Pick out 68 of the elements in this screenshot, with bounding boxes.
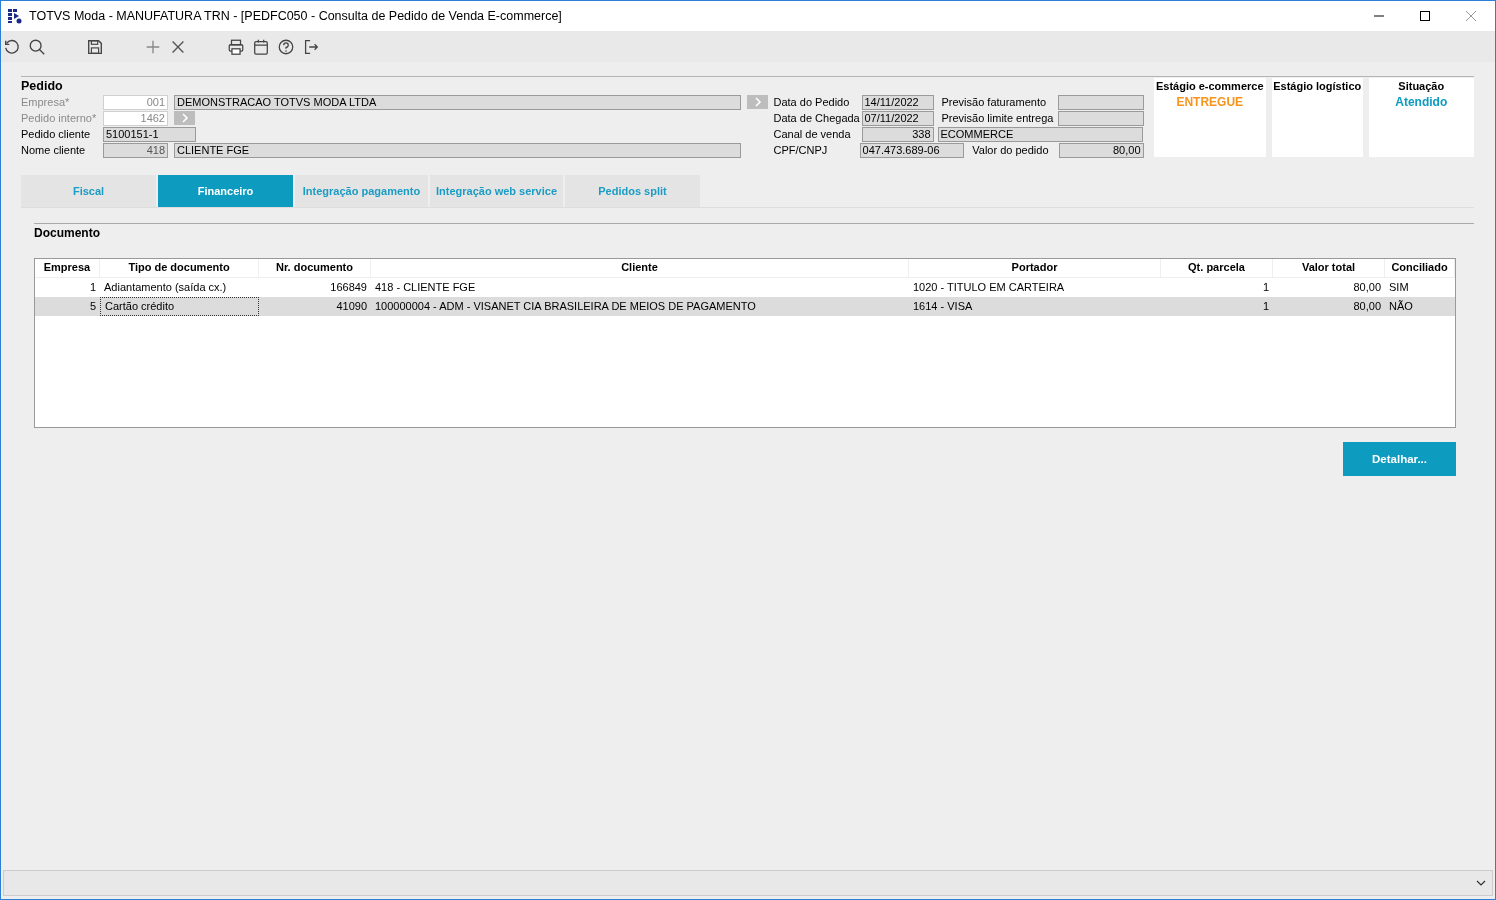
- field-label: Canal de venda: [773, 128, 852, 140]
- code-field[interactable]: 001: [103, 94, 168, 110]
- field-label: Previsão faturamento: [940, 96, 1048, 108]
- column-header[interactable]: Nr. documento: [259, 259, 371, 277]
- column-header[interactable]: Portador: [909, 259, 1161, 277]
- table-cell-text: 418 - CLIENTE FGE: [374, 280, 477, 295]
- field-label: Data de Chegada: [773, 112, 861, 124]
- print-icon[interactable]: [227, 37, 245, 56]
- field-label: Previsão limite entrega: [940, 112, 1055, 124]
- help-icon[interactable]: [277, 37, 295, 56]
- column-header[interactable]: Empresa: [35, 259, 100, 277]
- column-header[interactable]: Valor total: [1273, 259, 1385, 277]
- total-field: 80,00: [1059, 142, 1144, 158]
- field-label: Nome cliente: [21, 144, 87, 156]
- code-field[interactable]: 1462: [103, 110, 168, 126]
- table-cell-text: 1: [1261, 299, 1270, 314]
- exit-icon[interactable]: [302, 37, 320, 56]
- name-field: CLIENTE FGE: [174, 142, 741, 158]
- field-label: Pedido interno*: [21, 112, 98, 124]
- name-field: DEMONSTRACAO TOTVS MODA LTDA: [174, 94, 741, 110]
- table-cell-text: 100000004 - ADM - VISANET CIA BRASILEIRA DE MEIOS DE PAGAMENTO: [374, 299, 757, 314]
- table-cell-text: 1: [1261, 280, 1270, 295]
- app-logo-icon: [7, 8, 23, 24]
- table-cell-text: 41090: [335, 299, 368, 314]
- status-title: Situação: [1398, 80, 1445, 92]
- column-header[interactable]: Qt. parcela: [1161, 259, 1273, 277]
- field-label: Data do Pedido: [773, 96, 851, 108]
- section-title: Pedido: [21, 79, 64, 94]
- column-header[interactable]: Conciliado: [1385, 259, 1455, 277]
- table-row[interactable]: 5 Cartão crédito 41090 100000004 - ADM - VISANET CIA BRASILEIRA DE MEIOS DE PAGAMENTO 1614 - VISA 1 80,00 NÃO: [35, 297, 1455, 316]
- status-value: ENTREGUE: [1176, 95, 1244, 109]
- table-cell-text: 5: [88, 299, 97, 314]
- cpf-field: 047.473.689-06: [859, 142, 965, 158]
- table-cell-text: Adiantamento (saída cx.): [103, 280, 228, 295]
- chevron-right-icon: [752, 97, 763, 107]
- table-cell-text: 1: [88, 280, 97, 295]
- close-icon[interactable]: [1465, 10, 1477, 22]
- status-value: Atendido: [1395, 95, 1448, 109]
- maximize-icon[interactable]: [1419, 10, 1431, 22]
- chevron-right-icon: [179, 113, 190, 123]
- table-cell-text: NÃO: [1388, 299, 1414, 314]
- status-title: Estágio e-commerce: [1155, 80, 1264, 92]
- table-cell-text: 1614 - VISA: [912, 299, 974, 314]
- table-cell-text: 1020 - TITULO EM CARTEIRA: [912, 280, 1066, 295]
- chevron-down-icon[interactable]: [1476, 879, 1486, 887]
- code-field: 418: [103, 142, 168, 158]
- field-label: Pedido cliente: [21, 128, 92, 140]
- status-title: Estágio logístico: [1273, 80, 1362, 92]
- table-cell-text: 80,00: [1352, 299, 1382, 314]
- column-header[interactable]: Tipo de documento: [100, 259, 259, 277]
- table-row[interactable]: 1 Adiantamento (saída cx.) 166849 418 - CLIENTE FGE 1020 - TITULO EM CARTEIRA 1 80,00 SIM: [35, 278, 1455, 297]
- field-label: Valor do pedido: [971, 144, 1050, 156]
- date-field: 14/11/2022: [861, 94, 934, 110]
- date-field: 07/11/2022: [861, 110, 934, 126]
- table-cell-text: 166849: [329, 280, 368, 295]
- field-label: CPF/CNPJ: [773, 144, 829, 156]
- refresh-icon[interactable]: [3, 37, 21, 56]
- table-cell: Cartão crédito: [100, 297, 259, 316]
- column-header[interactable]: Cliente: [371, 259, 909, 277]
- table-cell-text: SIM: [1388, 280, 1410, 295]
- name-field: ECOMMERCE: [937, 126, 1143, 142]
- field-label: Empresa*: [21, 96, 71, 108]
- table-cell-text: 80,00: [1352, 280, 1382, 295]
- search-icon[interactable]: [28, 37, 46, 56]
- code-field: 338: [861, 126, 934, 142]
- window-title: TOTVS Moda - MANUFATURA TRN - [PEDFC050 - Consulta de Pedido de Venda E-commerce]: [29, 9, 562, 23]
- calendar-icon[interactable]: [252, 37, 270, 56]
- save-icon[interactable]: [86, 37, 104, 56]
